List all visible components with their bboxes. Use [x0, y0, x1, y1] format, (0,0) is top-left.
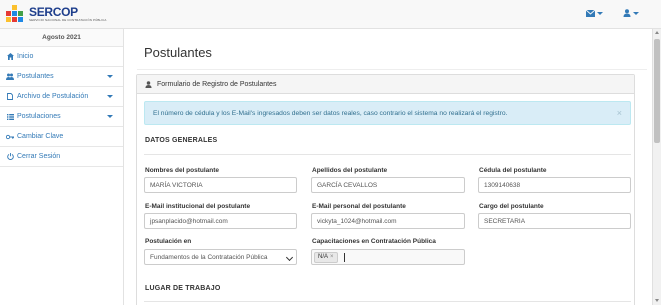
info-alert: El número de cédula y los E-Mail's ingre… — [144, 101, 631, 125]
page-title: Postulantes — [144, 45, 212, 60]
home-icon — [6, 53, 14, 61]
panel-title: Formulario de Registro de Postulantes — [157, 80, 277, 88]
cargo-label: Cargo del postulante — [479, 203, 544, 210]
panel-header: Formulario de Registro de Postulantes — [137, 75, 634, 94]
section-datos-generales: DATOS GENERALES — [145, 137, 218, 144]
email-personal-input[interactable]: vickyta_1024@hotmail.com — [311, 213, 465, 229]
chevron-down-icon — [633, 11, 639, 15]
sercop-logo[interactable]: SERCOP SERVICIO NACIONAL DE CONTRATACIÓN… — [6, 3, 107, 25]
scroll-up-icon[interactable] — [655, 31, 659, 34]
tag-label: N/A — [318, 254, 329, 260]
apellidos-label: Apellidos del postulante — [312, 167, 388, 174]
text-cursor — [343, 252, 345, 262]
chevron-down-icon — [285, 253, 294, 262]
scroll-down-icon[interactable] — [655, 299, 659, 302]
users-icon — [6, 73, 14, 81]
chevron-down-icon — [107, 75, 113, 78]
sidebar-date: Agosto 2021 — [0, 29, 123, 47]
sidebar-item-label: Postulantes — [17, 73, 54, 80]
postulacion-label: Postulación en — [145, 238, 192, 245]
sidebar-item-label: Archivo de Postulación — [17, 93, 89, 100]
user-icon — [145, 80, 152, 88]
sidebar-item-label: Postulaciones — [17, 113, 61, 120]
chevron-down-icon — [107, 95, 113, 98]
brand-subtitle: SERVICIO NACIONAL DE CONTRATACIÓN PÚBLIC… — [29, 18, 107, 22]
nombres-input[interactable]: MARÍA VICTORIA — [144, 177, 297, 193]
sidebar-item-cambiar-clave[interactable]: Cambiar Clave — [0, 127, 123, 147]
cedula-label: Cédula del postulante — [479, 167, 547, 174]
sidebar: Agosto 2021 Inicio Postulantes Archivo d… — [0, 29, 124, 305]
messages-dropdown[interactable] — [586, 9, 603, 17]
capacitaciones-tag: N/A × — [314, 251, 338, 263]
sidebar-item-label: Cambiar Clave — [17, 133, 64, 140]
sidebar-item-inicio[interactable]: Inicio — [0, 47, 123, 67]
page-scrollbar[interactable] — [652, 29, 661, 305]
postulacion-select[interactable]: Fundamentos de la Contratación Pública — [144, 249, 297, 265]
title-divider — [137, 69, 647, 70]
email-institucional-label: E-Mail institucional del postulante — [145, 203, 251, 210]
email-personal-label: E-Mail personal del postulante — [312, 203, 406, 210]
sidebar-item-postulaciones[interactable]: Postulaciones — [0, 107, 123, 127]
postulacion-selected-value: Fundamentos de la Contratación Pública — [150, 253, 268, 261]
section-divider — [144, 154, 631, 155]
nombres-label: Nombres del postulante — [145, 167, 220, 174]
file-icon — [6, 93, 14, 101]
close-icon[interactable]: × — [617, 108, 622, 118]
user-icon — [623, 9, 631, 17]
chevron-down-icon — [107, 115, 113, 118]
chevron-down-icon — [597, 11, 603, 15]
tag-remove-icon[interactable]: × — [330, 254, 334, 260]
user-dropdown[interactable] — [623, 9, 639, 17]
sidebar-item-archivo-de-postulacion[interactable]: Archivo de Postulación — [0, 87, 123, 107]
capacitaciones-tag-input[interactable]: N/A × — [311, 249, 465, 265]
apellidos-input[interactable]: GARCÍA CEVALLOS — [311, 177, 465, 193]
sidebar-item-label: Cerrar Sesión — [17, 153, 61, 160]
section-lugar-de-trabajo: LUGAR DE TRABAJO — [145, 285, 221, 292]
cargo-input[interactable]: SECRETARIA — [478, 213, 631, 229]
section-divider — [144, 301, 631, 302]
cedula-input[interactable]: 1309140638 — [478, 177, 631, 193]
envelope-icon — [586, 9, 595, 17]
sidebar-item-postulantes[interactable]: Postulantes — [0, 67, 123, 87]
sidebar-item-cerrar-sesion[interactable]: Cerrar Sesión — [0, 147, 123, 167]
sidebar-item-label: Inicio — [17, 53, 34, 60]
scroll-thumb[interactable] — [654, 39, 660, 143]
email-institucional-input[interactable]: jpsanplacido@hotmail.com — [144, 213, 297, 229]
top-navbar: SERCOP SERVICIO NACIONAL DE CONTRATACIÓN… — [0, 0, 661, 29]
capacitaciones-label: Capacitaciones en Contratación Pública — [312, 238, 436, 245]
alert-text: El número de cédula y los E-Mail's ingre… — [153, 109, 508, 117]
list-icon — [6, 113, 14, 121]
key-icon — [6, 133, 14, 141]
logo-mark-icon — [6, 4, 26, 24]
registration-panel: Formulario de Registro de Postulantes El… — [136, 74, 635, 305]
brand-title: SERCOP — [29, 5, 78, 19]
main-content: Postulantes Formulario de Registro de Po… — [124, 29, 652, 305]
power-icon — [6, 153, 14, 161]
